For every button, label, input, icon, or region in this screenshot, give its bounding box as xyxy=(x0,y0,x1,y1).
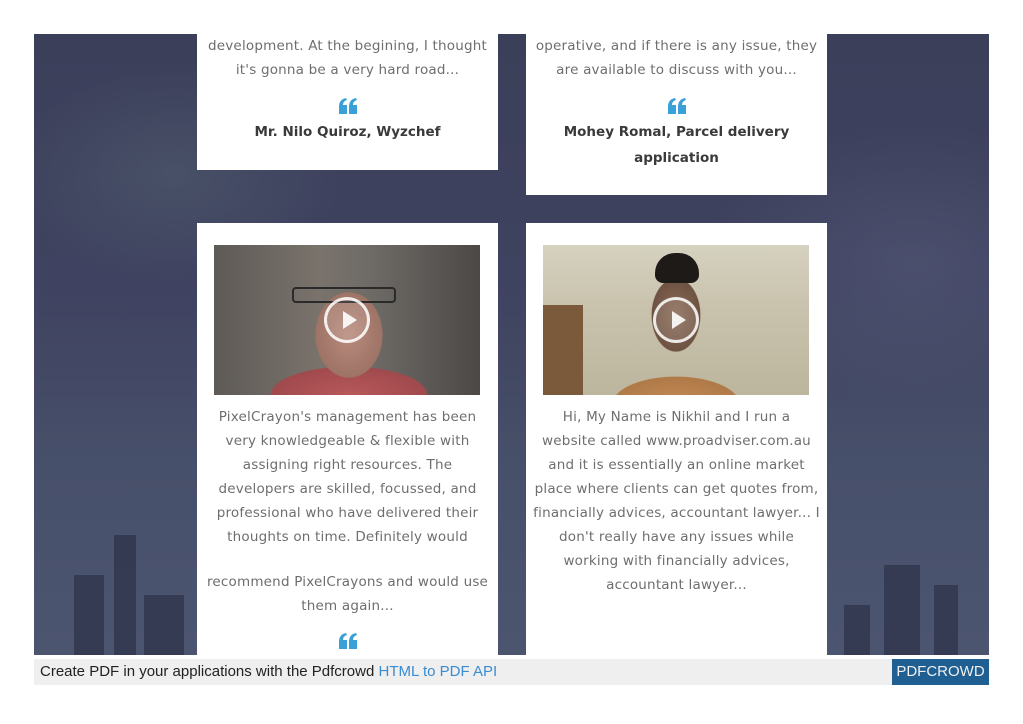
testimonial-card: Hi, My Name is Nikhil and I run a websit… xyxy=(526,223,827,655)
video-thumbnail[interactable] xyxy=(214,245,480,395)
html-to-pdf-link[interactable]: HTML to PDF API xyxy=(379,663,498,680)
text-line: accountant lawyer... xyxy=(606,577,747,593)
testimonial-card: operative, and if there is any issue, th… xyxy=(526,34,827,195)
testimonial-text: operative, and if there is any issue, th… xyxy=(526,34,827,82)
text-line: are available to discuss with you... xyxy=(556,62,797,78)
text-line: Hi, My Name is Nikhil and I run a xyxy=(562,409,791,425)
text-line: assigning right resources. The xyxy=(242,457,453,473)
skyline-building xyxy=(144,595,184,655)
text-line: financially advices, accountant lawyer..… xyxy=(533,505,820,521)
video-thumbnail[interactable] xyxy=(543,245,809,395)
pdfcrowd-text: Create PDF in your applications with the… xyxy=(40,663,497,680)
text-line: and it is essentially an online market xyxy=(548,457,805,473)
testimonial-text: PixelCrayon's management has been very k… xyxy=(197,405,498,618)
play-icon[interactable] xyxy=(653,297,699,343)
hair-detail xyxy=(655,253,699,283)
author-line: Mohey Romal, Parcel delivery xyxy=(563,124,790,140)
author-line: application xyxy=(634,150,719,166)
testimonial-text: Hi, My Name is Nikhil and I run a websit… xyxy=(526,405,827,597)
text-line: them again... xyxy=(301,598,394,614)
quote-icon xyxy=(197,633,498,653)
text-line: don't really have any issues while xyxy=(558,529,795,545)
testimonial-card: development. At the begining, I thought … xyxy=(197,34,498,170)
text-line: place where clients can get quotes from, xyxy=(534,481,819,497)
play-icon[interactable] xyxy=(324,297,370,343)
pdfcrowd-message: Create PDF in your applications with the… xyxy=(40,663,375,680)
skyline-building xyxy=(884,565,920,655)
skyline-building xyxy=(934,585,958,655)
testimonial-card: PixelCrayon's management has been very k… xyxy=(197,223,498,655)
text-line: very knowledgeable & flexible with xyxy=(225,433,470,449)
quote-icon xyxy=(526,98,827,118)
quote-icon xyxy=(197,98,498,118)
testimonial-author: Mr. Nilo Quiroz, Wyzchef xyxy=(254,124,441,140)
text-line xyxy=(197,549,498,570)
pdfcrowd-bar: Create PDF in your applications with the… xyxy=(34,659,989,685)
text-line: development. At the begining, I thought xyxy=(207,38,488,54)
skyline-building xyxy=(74,575,104,655)
text-line: PixelCrayon's management has been xyxy=(218,409,477,425)
door-detail xyxy=(543,305,583,395)
text-line: website called www.proadviser.com.au xyxy=(542,433,811,449)
section-background xyxy=(34,34,989,655)
text-line: working with financially advices, xyxy=(563,553,790,569)
text-line: thoughts on time. Definitely would xyxy=(227,529,468,545)
testimonial-author: Mohey Romal, Parcel delivery application xyxy=(526,119,827,171)
text-line: operative, and if there is any issue, th… xyxy=(535,38,818,54)
text-line: professional who have delivered their xyxy=(216,505,479,521)
testimonial-text: development. At the begining, I thought … xyxy=(197,34,498,82)
skyline-building xyxy=(844,605,870,655)
text-line: recommend PixelCrayons and would use xyxy=(206,574,489,590)
pdfcrowd-button[interactable]: PDFCROWD xyxy=(892,659,989,685)
text-line: it's gonna be a very hard road... xyxy=(235,62,460,78)
skyline-building xyxy=(114,535,136,655)
text-line: developers are skilled, focussed, and xyxy=(218,481,477,497)
